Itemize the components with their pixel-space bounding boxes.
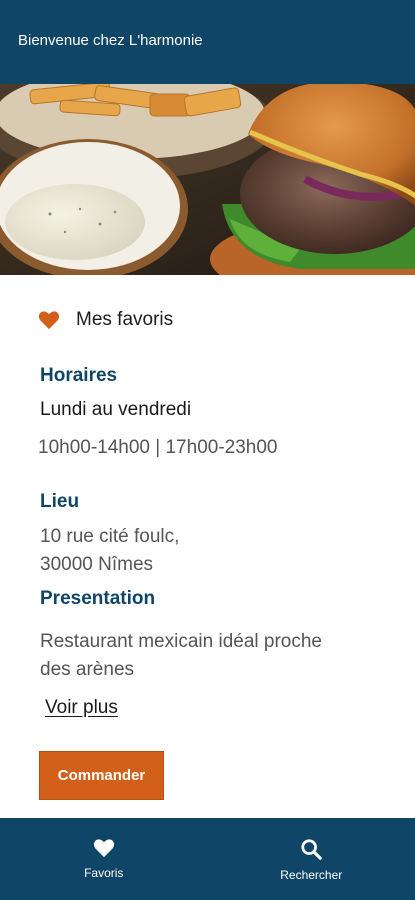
bottom-nav: Favoris Rechercher	[0, 818, 415, 900]
presentation-title: Presentation	[40, 588, 156, 609]
order-button[interactable]: Commander	[39, 751, 164, 800]
favorite-label: Mes favoris	[76, 309, 174, 330]
heart-icon	[93, 839, 114, 858]
hours-days: Lundi au vendredi	[40, 399, 192, 420]
nav-label-favorites: Favoris	[84, 866, 124, 880]
search-icon	[301, 839, 323, 860]
app-header: Bienvenue chez L'harmonie	[0, 0, 415, 84]
presentation-line-1: Restaurant mexicain idéal proche	[40, 631, 322, 652]
nav-item-search[interactable]: Rechercher	[208, 818, 415, 900]
nav-label-search: Rechercher	[280, 868, 343, 882]
presentation-line-2: des arènes	[40, 659, 135, 680]
hero-image	[0, 84, 415, 275]
app-title: Bienvenue chez L'harmonie	[18, 31, 203, 49]
nav-item-favorites[interactable]: Favoris	[0, 818, 208, 900]
location-title: Lieu	[40, 491, 80, 512]
hours-title: Horaires	[40, 365, 118, 386]
heart-icon	[38, 310, 60, 330]
see-more-link[interactable]: Voir plus	[45, 697, 118, 719]
hours-times: 10h00-14h00 | 17h00-23h00	[38, 437, 278, 458]
favorite-toggle[interactable]: Mes favoris	[38, 309, 173, 331]
presentation-text: Restaurant mexicain idéal proche des arè…	[40, 628, 322, 684]
burger-fries-photo	[0, 84, 415, 275]
location-address: 10 rue cité foulc, 30000 Nîmes	[40, 523, 179, 579]
address-line-1: 10 rue cité foulc,	[40, 526, 180, 547]
address-line-2: 30000 Nîmes	[40, 554, 154, 575]
